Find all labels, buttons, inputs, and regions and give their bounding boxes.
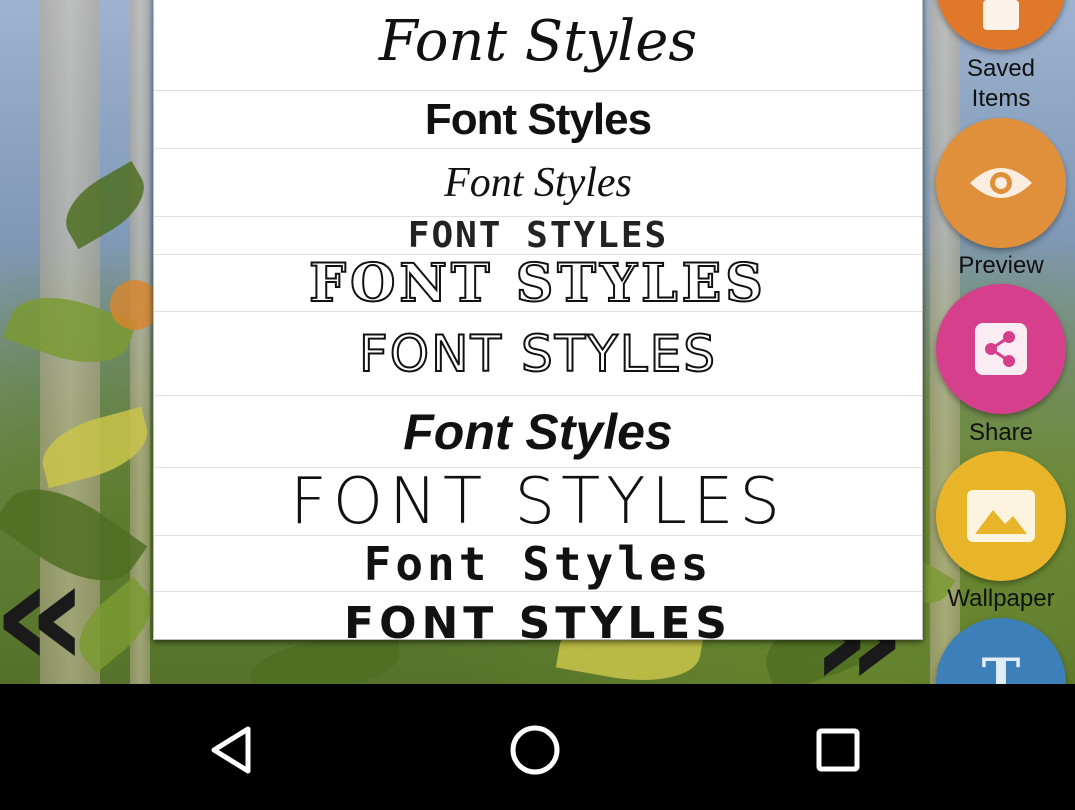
navigation-bar [0, 684, 1075, 810]
preview-button[interactable] [936, 118, 1066, 248]
home-circle-icon [510, 725, 560, 775]
share-icon [975, 323, 1027, 375]
font-option-3[interactable]: Font Styles [154, 149, 922, 217]
wallpaper-label: Wallpaper [947, 585, 1055, 612]
recents-square-icon [816, 728, 860, 772]
wallpaper-button[interactable] [936, 451, 1066, 581]
saved-items-label: Saved Items [966, 55, 1036, 112]
font-option-9[interactable]: Font Styles [154, 536, 922, 592]
back-triangle-icon [211, 726, 251, 774]
preview-label: Preview [958, 252, 1044, 279]
font-option-1[interactable]: Font Styles [154, 0, 922, 91]
share-button[interactable] [936, 284, 1066, 414]
font-option-4[interactable]: FONT STYLES [154, 217, 922, 255]
font-option-8[interactable]: FONT STYLES [154, 468, 922, 536]
font-option-10[interactable]: FONT STYLES [154, 592, 922, 639]
back-chevron-icon[interactable]: « [0, 540, 89, 690]
share-label: Share [968, 419, 1034, 446]
nav-back-button[interactable] [203, 720, 263, 780]
nav-recents-button[interactable] [808, 720, 868, 780]
font-option-5[interactable]: FONT STYLES [154, 255, 922, 312]
font-style-dialog: Font Styles Font Styles Font Styles FONT… [153, 0, 923, 640]
image-icon [967, 490, 1035, 542]
font-option-6[interactable]: FONT STYLES [154, 312, 922, 396]
nav-home-button[interactable] [505, 720, 565, 780]
font-option-2[interactable]: Font Styles [154, 91, 922, 149]
saved-items-icon [983, 0, 1019, 30]
eye-icon [970, 168, 1032, 198]
font-option-7[interactable]: Font Styles [154, 396, 922, 468]
